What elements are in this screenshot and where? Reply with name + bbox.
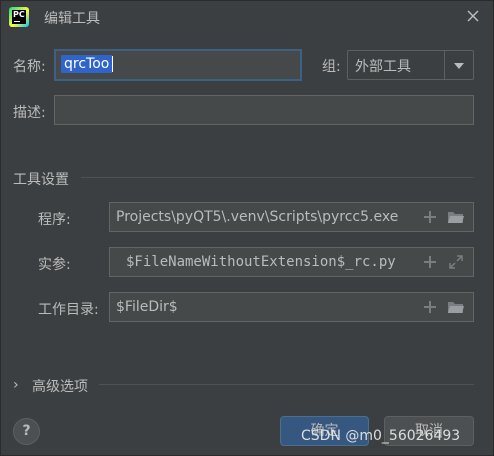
dialog-title: 编辑工具	[44, 11, 100, 27]
group-select-value: 外部工具	[355, 59, 411, 75]
name-label: 名称:	[13, 59, 46, 75]
working-directory-input[interactable]: $FileDir$	[109, 292, 474, 322]
program-input[interactable]: Projects\pyQT5\.venv\Scripts\pyrcc5.exe	[109, 202, 474, 232]
group-select[interactable]: 外部工具	[347, 50, 474, 80]
arguments-label: 实参:	[38, 257, 71, 273]
pycharm-logo-icon: PC	[9, 7, 29, 27]
insert-macro-icon[interactable]	[424, 256, 436, 268]
help-button[interactable]: ?	[13, 418, 40, 445]
working-directory-input-value: $FileDir$	[116, 299, 178, 315]
watermark: CSDN @m0_56026493	[301, 428, 461, 444]
expand-icon[interactable]	[449, 255, 463, 269]
text-caret	[112, 56, 114, 72]
folder-icon[interactable]	[447, 300, 465, 314]
title-bar: PC 编辑工具	[1, 1, 494, 33]
name-input[interactable]: qrcToo	[54, 49, 302, 81]
name-input-value: qrcToo	[61, 55, 113, 73]
chevron-right-icon[interactable]: ›	[13, 377, 19, 393]
description-input[interactable]	[54, 95, 474, 125]
section-divider	[99, 384, 474, 385]
edit-tool-dialog: PC 编辑工具 名称: qrcToo 组: 外部工具 描述: 工具设置 程序: …	[0, 0, 494, 456]
group-label: 组:	[322, 59, 341, 75]
working-directory-label: 工作目录:	[38, 302, 99, 318]
combo-divider	[444, 51, 445, 79]
program-actions	[421, 207, 471, 227]
arguments-actions	[421, 252, 471, 272]
program-input-value: Projects\pyQT5\.venv\Scripts\pyrcc5.exe	[116, 209, 399, 225]
folder-icon[interactable]	[447, 210, 465, 224]
close-icon[interactable]	[463, 6, 483, 26]
arguments-input[interactable]: $FileNameWithoutExtension$_rc.py	[109, 247, 474, 277]
working-directory-actions	[421, 297, 471, 317]
advanced-options-toggle[interactable]: 高级选项	[32, 376, 88, 396]
insert-macro-icon[interactable]	[424, 211, 436, 223]
chevron-down-icon[interactable]	[454, 63, 464, 69]
section-divider	[81, 177, 474, 178]
app-icon-text: PC	[13, 10, 25, 19]
tool-settings-title: 工具设置	[13, 172, 69, 188]
insert-macro-icon[interactable]	[424, 301, 436, 313]
program-label: 程序:	[38, 212, 71, 228]
arguments-input-value: $FileNameWithoutExtension$_rc.py	[126, 254, 396, 270]
description-label: 描述:	[13, 105, 46, 121]
